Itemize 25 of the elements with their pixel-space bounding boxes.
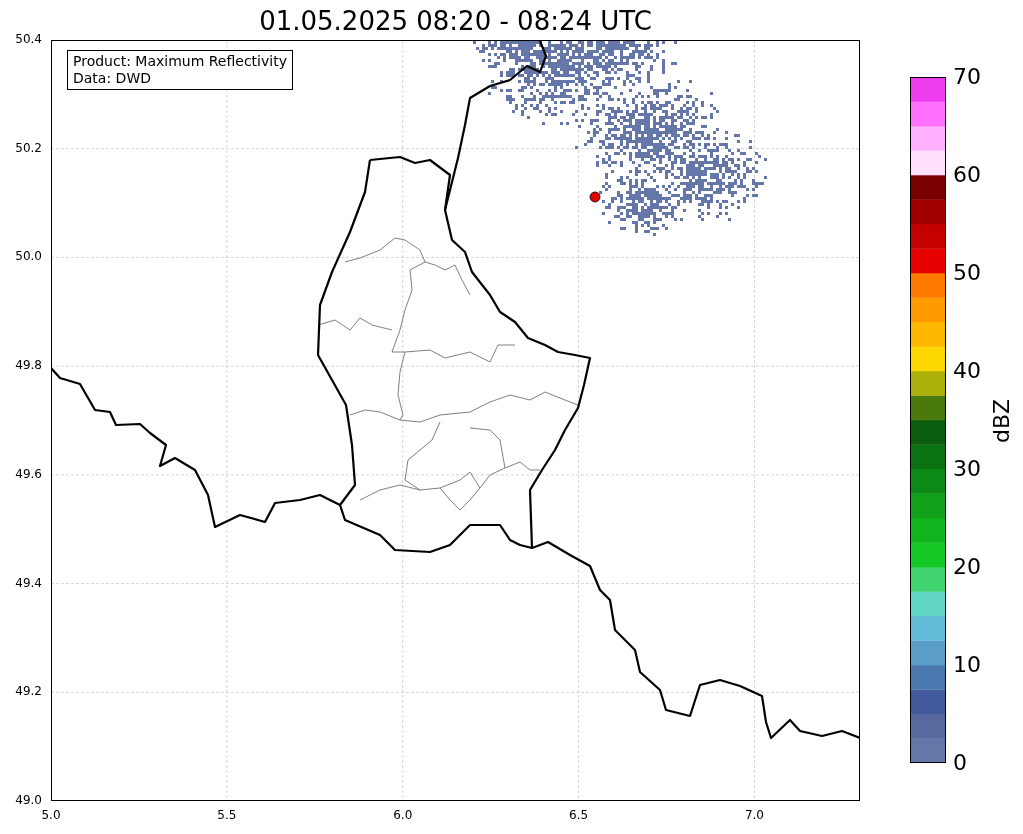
y-tick-label: 49.0 <box>14 793 42 808</box>
y-tick-label: 49.6 <box>14 466 42 482</box>
colorbar-tick-label: 10 <box>953 652 981 678</box>
y-tick-label: 50.4 <box>14 32 42 47</box>
x-tick-label: 5.5 <box>216 808 238 823</box>
y-tick-label: 50.0 <box>14 249 42 265</box>
colorbar-tick-label: 50 <box>953 260 981 286</box>
y-tick-label: 49.8 <box>14 358 42 374</box>
colorbar-tick-label: 60 <box>953 162 981 188</box>
colorbar-tick-label: 30 <box>953 456 981 482</box>
colorbar-label: dBZ <box>989 397 1015 446</box>
radar-site-marker <box>589 191 601 203</box>
y-tick-label: 49.2 <box>14 684 42 700</box>
chart-title: 01.05.2025 08:20 - 08:24 UTC <box>258 5 653 38</box>
colorbar-tick-label: 20 <box>953 554 981 580</box>
x-tick-label: 7.0 <box>743 808 765 823</box>
colorbar-tick-label: 70 <box>953 64 981 90</box>
colorbar-tick-label: 40 <box>953 358 981 384</box>
x-tick-label: 5.0 <box>40 808 62 823</box>
y-tick-label: 49.4 <box>14 575 42 591</box>
y-tick-label: 50.2 <box>14 140 42 156</box>
x-tick-label: 6.5 <box>568 808 590 823</box>
x-tick-label: 6.0 <box>392 808 414 823</box>
colorbar-tick-label: 0 <box>953 750 967 776</box>
annotation-box: Product: Maximum Reflectivity Data: DWD <box>67 50 293 90</box>
